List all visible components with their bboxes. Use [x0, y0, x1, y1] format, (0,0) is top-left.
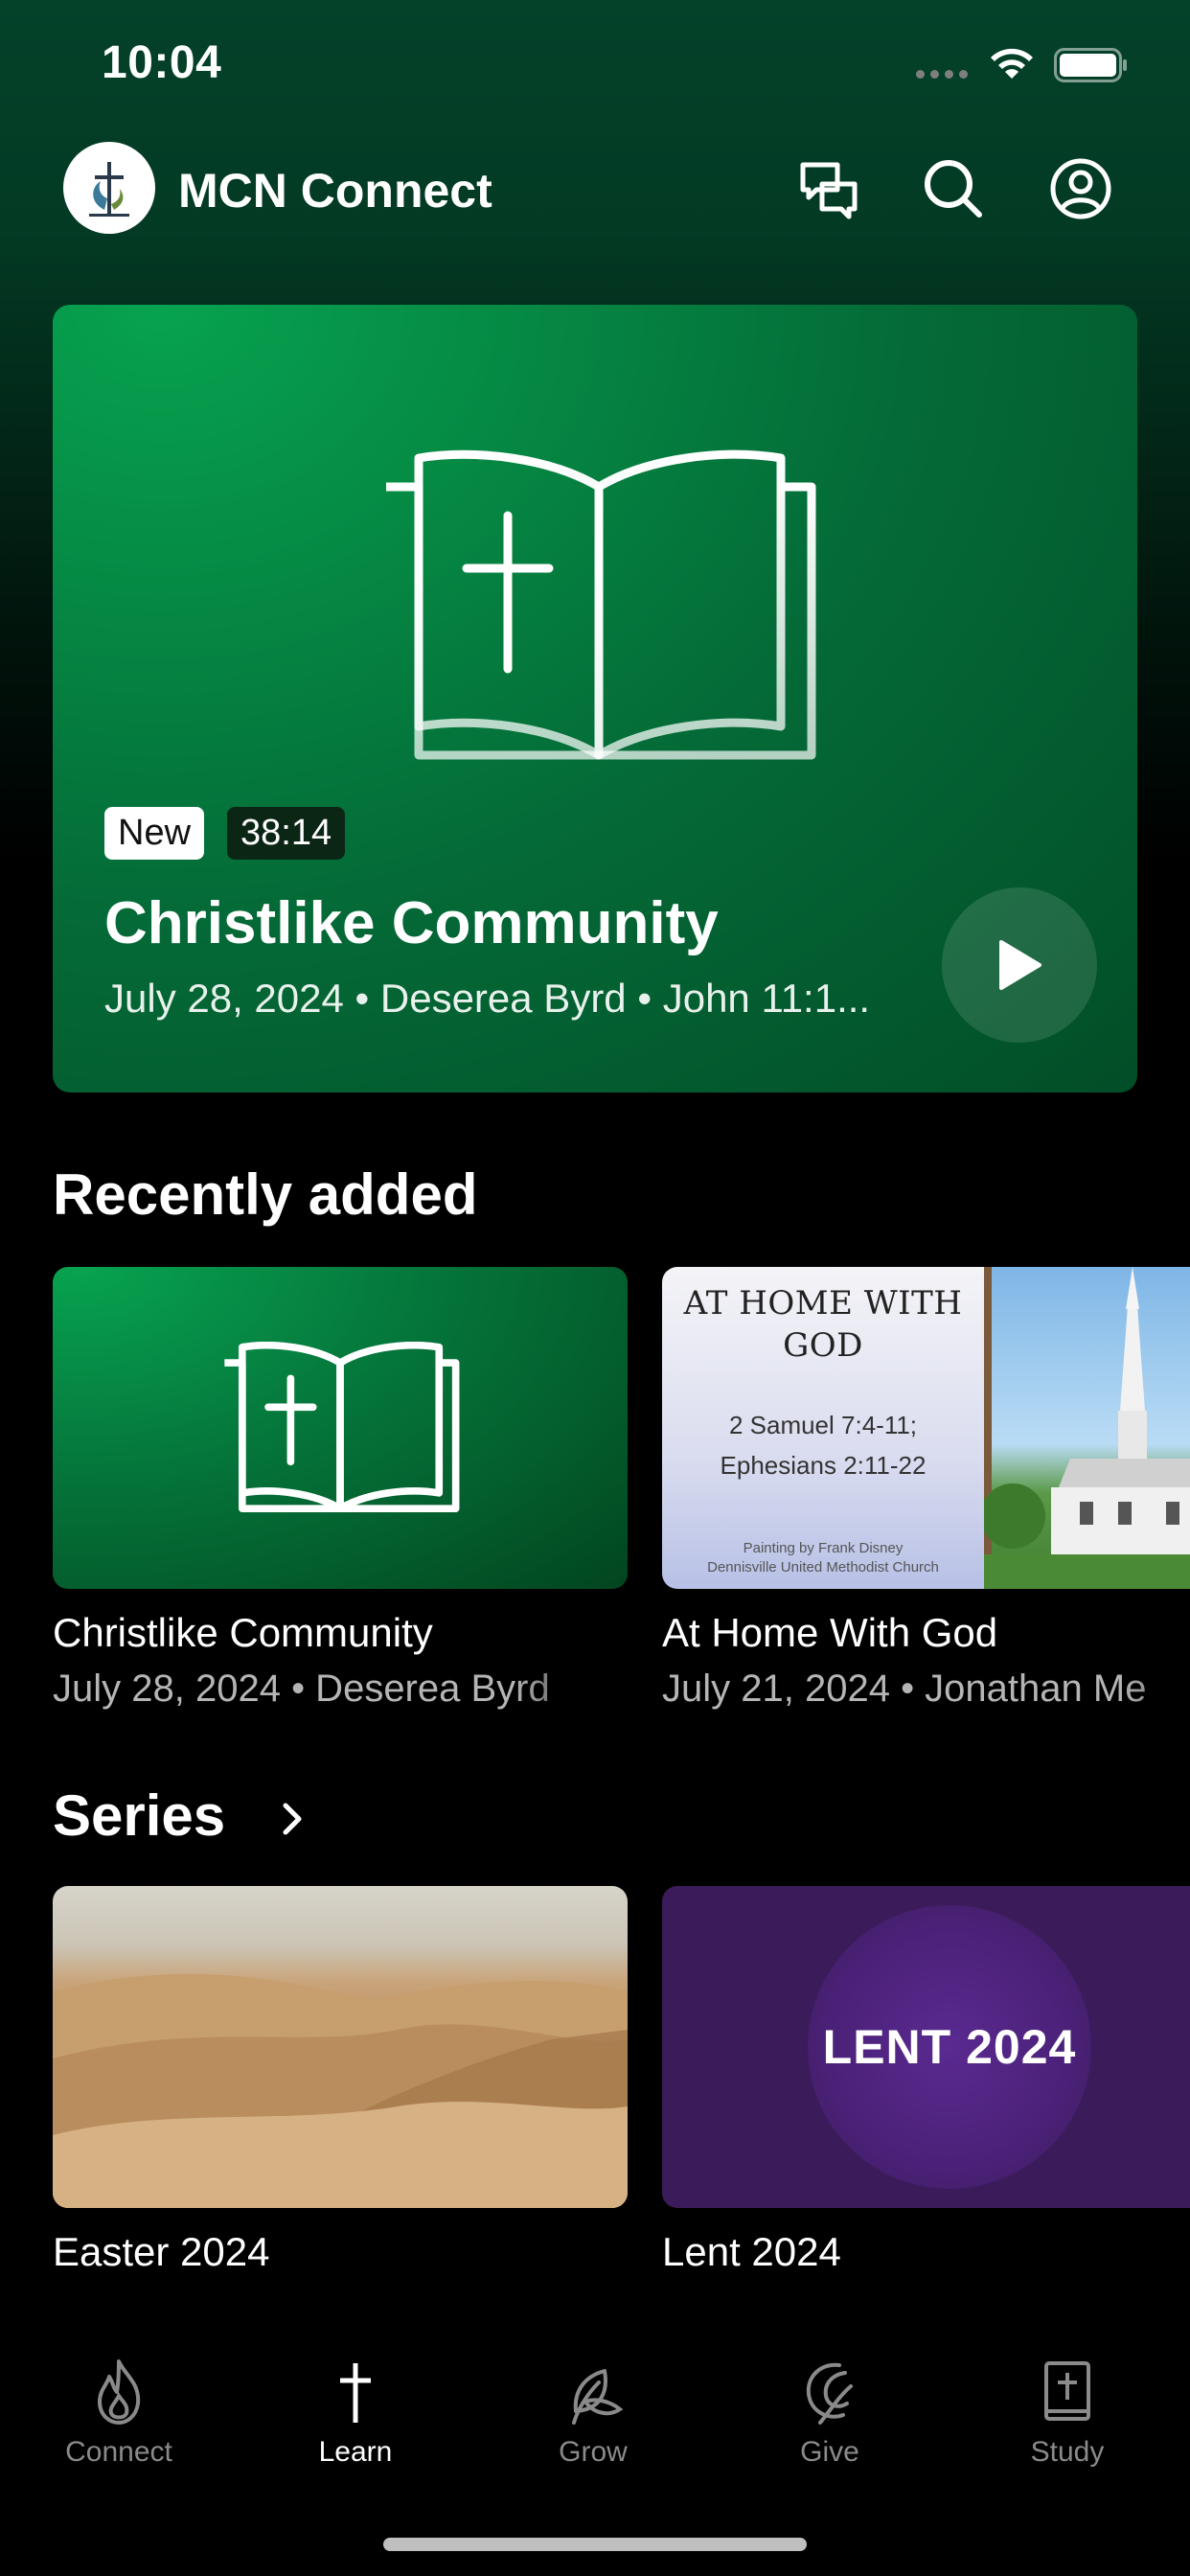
credit-line: Dennisville United Methodist Church — [707, 1559, 939, 1576]
card-thumbnail — [53, 1267, 628, 1589]
status-time: 10:04 — [102, 37, 222, 88]
desert-image — [53, 1886, 628, 2208]
play-icon — [999, 940, 1041, 990]
card-thumbnail: AT HOME WITH GOD 2 Samuel 7:4-11; Ephesi… — [662, 1267, 1190, 1589]
series-row: Easter 2024 LENT 2024 Lent 2024 — [53, 1886, 1190, 2288]
media-card[interactable]: Christlike Community July 28, 2024 • Des… — [53, 1267, 628, 1711]
battery-icon — [1054, 48, 1127, 82]
play-button[interactable] — [942, 887, 1097, 1043]
card-meta: July 21, 2024 • Jonathan Me — [662, 1668, 1147, 1710]
series-title: Lent 2024 — [662, 2229, 841, 2274]
hero-title: Christlike Community — [104, 890, 719, 956]
thumbnail-heading: AT HOME WITH GOD — [683, 1284, 963, 1365]
tab-give[interactable]: Give — [734, 2354, 926, 2469]
hero-meta: July 28, 2024 • Deserea Byrd • John 11:1… — [104, 976, 871, 1021]
tab-label: Give — [800, 2436, 859, 2468]
chevron-right-icon[interactable] — [274, 1800, 312, 1838]
status-bar: 10:04 — [0, 0, 1190, 134]
recently-added-row: Christlike Community July 28, 2024 • Des… — [53, 1267, 1190, 1727]
cellular-signal-icon — [916, 70, 968, 79]
church-painting — [980, 1267, 1190, 1589]
give-icon — [806, 2362, 853, 2425]
tab-label: Connect — [65, 2436, 172, 2468]
profile-button[interactable] — [1047, 155, 1114, 222]
thumbnail-text-panel: AT HOME WITH GOD 2 Samuel 7:4-11; Ephesi… — [662, 1267, 984, 1589]
bible-icon — [1044, 2361, 1090, 2421]
tab-label: Study — [1030, 2436, 1105, 2468]
leaf-icon — [572, 2369, 624, 2425]
cross-icon — [340, 2363, 371, 2423]
tab-label: Grow — [559, 2436, 628, 2468]
thumbnail-credit: Painting by Frank Disney Dennisville Uni… — [662, 1539, 984, 1577]
cross-flame-logo-icon — [89, 162, 129, 217]
wifi-icon — [991, 48, 1033, 79]
thumbnail-verse: 2 Samuel 7:4-11; Ephesians 2:11-22 — [662, 1405, 984, 1485]
user-account-icon — [1050, 158, 1111, 219]
app-title: MCN Connect — [178, 164, 492, 218]
home-indicator[interactable] — [383, 2538, 807, 2551]
tab-learn[interactable]: Learn — [260, 2354, 451, 2469]
verse-line: Ephesians 2:11-22 — [720, 1451, 927, 1480]
messages-button[interactable] — [795, 155, 862, 222]
card-title: Christlike Community — [53, 1610, 433, 1655]
series-heading[interactable]: Series — [53, 1782, 225, 1849]
lent-artwork: LENT 2024 — [662, 1886, 1190, 2208]
search-button[interactable] — [920, 155, 987, 222]
church-painting-image — [980, 1267, 1190, 1589]
credit-line: Painting by Frank Disney — [743, 1540, 904, 1556]
chat-bubbles-icon — [800, 162, 858, 219]
verse-line: 2 Samuel 7:4-11; — [728, 1411, 918, 1439]
series-card[interactable]: Easter 2024 — [53, 1886, 628, 2275]
bible-icon — [386, 449, 816, 760]
sand-dunes-image — [53, 1973, 628, 2208]
tab-connect[interactable]: Connect — [23, 2354, 215, 2469]
search-icon — [925, 160, 982, 218]
new-badge: New — [104, 807, 205, 860]
church-logo — [63, 142, 155, 234]
series-title: Easter 2024 — [53, 2229, 270, 2274]
card-title: At Home With God — [662, 1610, 998, 1655]
bible-icon — [224, 1342, 460, 1513]
recently-added-heading: Recently added — [53, 1162, 478, 1227]
flame-icon — [98, 2359, 141, 2425]
series-card[interactable]: LENT 2024 Lent 2024 — [662, 1886, 1190, 2275]
duration-badge: 38:14 — [227, 807, 346, 860]
tab-label: Learn — [318, 2436, 393, 2468]
tab-grow[interactable]: Grow — [497, 2354, 689, 2469]
media-card[interactable]: AT HOME WITH GOD 2 Samuel 7:4-11; Ephesi… — [662, 1267, 1190, 1711]
card-meta: July 28, 2024 • Deserea Byrd — [53, 1668, 550, 1710]
featured-sermon-card[interactable]: New 38:14 Christlike Community July 28, … — [53, 305, 1137, 1092]
hero-badges: New 38:14 — [104, 807, 346, 860]
tab-study[interactable]: Study — [972, 2354, 1163, 2469]
lent-artwork-text: LENT 2024 — [822, 2020, 1077, 2074]
app-header: MCN Connect — [0, 134, 1190, 249]
